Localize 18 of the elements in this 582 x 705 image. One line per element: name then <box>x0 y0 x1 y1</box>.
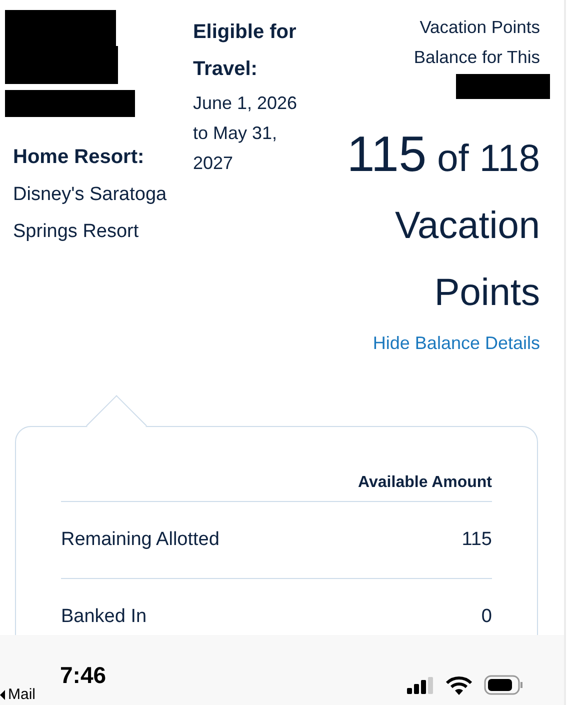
eligibility-dates: June 1, 2026 to May 31, 2027 <box>192 92 298 175</box>
home-resort-name: Disney's Saratoga Springs Resort <box>13 183 168 244</box>
back-triangle-icon[interactable] <box>0 690 5 700</box>
row-label: Remaining Allotted <box>61 529 220 551</box>
battery-icon <box>484 675 524 695</box>
eligibility-label: Eligible for Travel: <box>192 20 298 82</box>
amount-cell: 0 <box>481 606 492 628</box>
wifi-icon <box>446 676 472 694</box>
balance-caption: Vacation Points Balance for This <box>412 16 540 69</box>
hide-balance-details-link[interactable]: Hide Balance Details <box>372 333 540 354</box>
row-label: Banked In <box>61 606 147 628</box>
clock-time: 7:46 <box>60 662 106 689</box>
signal-icon <box>407 676 434 694</box>
points-balance: 115 of 118 Vacation Points <box>346 125 540 316</box>
column-header: Available Amount <box>358 474 492 492</box>
back-to-app-link[interactable]: Mail <box>8 686 36 703</box>
amount-cell: 115 <box>462 529 492 551</box>
home-resort-label: Home Resort: <box>13 145 146 170</box>
